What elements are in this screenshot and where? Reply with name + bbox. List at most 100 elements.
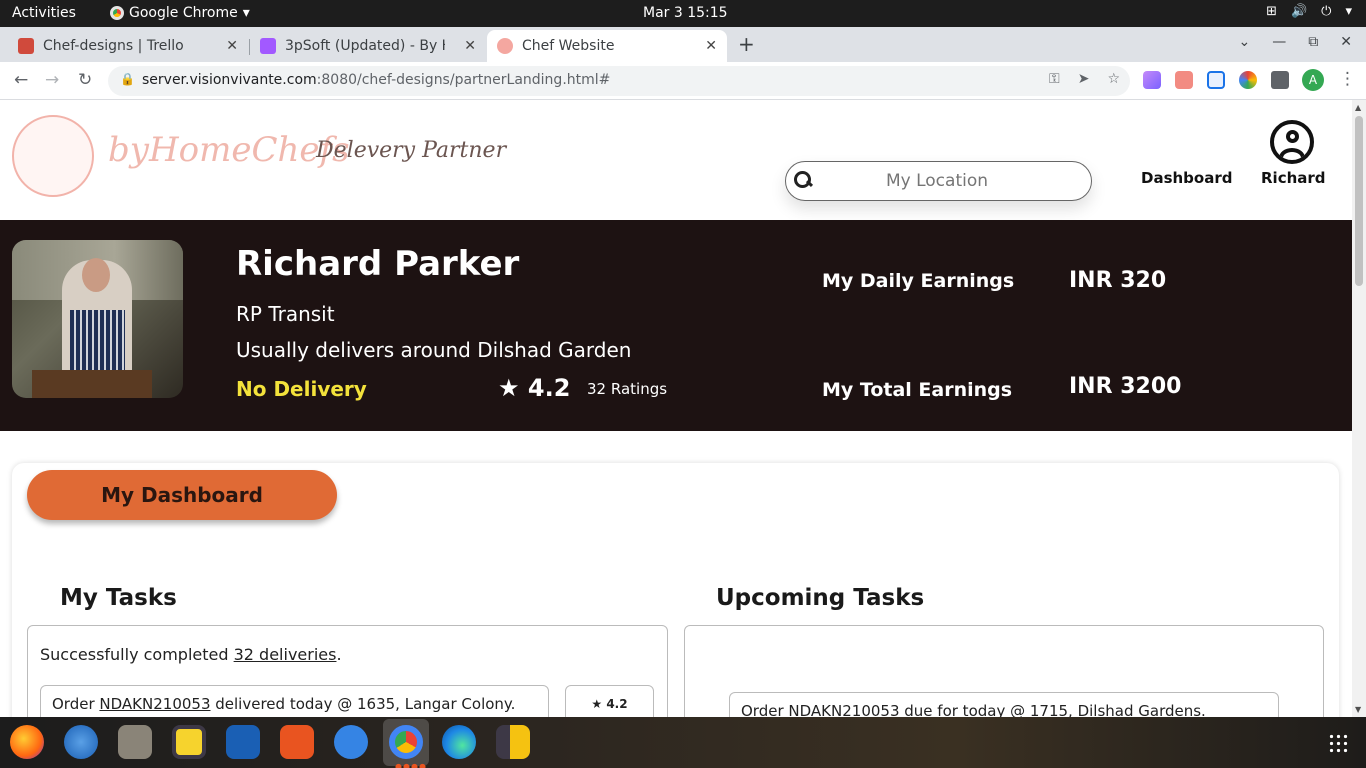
delivery-status: No Delivery — [236, 377, 367, 401]
firefox-icon[interactable] — [10, 725, 44, 759]
url-text[interactable]: server.visionvivante.com:8080/chef-desig… — [142, 72, 610, 88]
system-top-bar: Activities Google Chrome ▾ Mar 3 15:15 ⊞… — [0, 0, 1366, 27]
page-content: byHomeChefs Delevery Partner Dashboard R… — [0, 100, 1352, 717]
software-icon[interactable] — [280, 725, 314, 759]
reload-icon[interactable]: ↻ — [78, 70, 92, 90]
partner-area: Usually delivers around Dilshad Garden — [236, 338, 632, 362]
running-indicator: ●●●● — [395, 762, 427, 768]
caret-down-icon: ▾ — [1345, 4, 1352, 19]
my-tasks-title: My Tasks — [60, 585, 177, 611]
extension-pen-icon[interactable] — [1143, 71, 1161, 89]
power-icon: ⏻ — [1321, 4, 1332, 19]
tab-title: Chef-designs | Trello — [43, 38, 184, 54]
lock-icon[interactable]: 🔒 — [120, 72, 135, 86]
upcoming-tasks-title: Upcoming Tasks — [716, 585, 925, 611]
scrollbar-thumb[interactable] — [1355, 116, 1363, 286]
daily-earnings-label: My Daily Earnings — [822, 270, 1015, 292]
tab-figma[interactable]: 3pSoft (Updated) - By Hom ✕ — [250, 30, 486, 62]
send-icon[interactable]: ➤ — [1078, 71, 1090, 87]
upcoming-order-item[interactable]: Order NDAKN210053 due for today @ 1715, … — [729, 692, 1279, 717]
task-order-item[interactable]: Order NDAKN210053 delivered today @ 1635… — [40, 685, 549, 717]
figma-favicon-icon — [260, 38, 276, 54]
search-icon[interactable] — [794, 170, 812, 190]
address-bar[interactable]: 🔒 server.visionvivante.com:8080/chef-des… — [108, 66, 1130, 96]
rhythmbox-icon[interactable] — [172, 725, 206, 759]
chrome-dock-icon[interactable] — [389, 725, 423, 759]
tab-strip: Chef-designs | Trello ✕ 3pSoft (Updated)… — [0, 27, 1366, 62]
forward-arrow-icon[interactable]: → — [45, 70, 59, 90]
location-input[interactable] — [826, 168, 1048, 194]
task-rating: ★ 4.2 — [565, 685, 654, 717]
url-host: server.visionvivante.com — [142, 72, 317, 88]
completed-prefix: Successfully completed — [40, 645, 234, 664]
new-tab-button[interactable]: + — [738, 32, 755, 56]
location-search[interactable] — [785, 161, 1092, 201]
minimize-icon[interactable]: — — [1272, 34, 1286, 50]
scroll-down-icon[interactable]: ▼ — [1355, 705, 1361, 714]
maximize-icon[interactable]: ⧉ — [1308, 34, 1318, 50]
edge-icon[interactable] — [442, 725, 476, 759]
more-menu-icon[interactable]: ⋮ — [1339, 69, 1356, 89]
page-scrollbar[interactable]: ▲ ▼ — [1352, 100, 1366, 717]
order-prefix: Order — [52, 695, 100, 713]
app-menu[interactable]: Google Chrome ▾ — [110, 5, 250, 21]
extensions-puzzle-icon[interactable] — [1271, 71, 1289, 89]
close-icon[interactable]: ✕ — [464, 38, 476, 54]
thunderbird-icon[interactable] — [64, 725, 98, 759]
my-dashboard-button[interactable]: My Dashboard — [27, 470, 337, 520]
caret-down-icon: ▾ — [242, 5, 250, 21]
extension-arrow-icon[interactable] — [1175, 71, 1193, 89]
tab-title: Chef Website — [522, 38, 615, 54]
daily-earnings-value: INR 320 — [1069, 268, 1167, 293]
writer-icon[interactable] — [226, 725, 260, 759]
close-icon[interactable]: ✕ — [705, 38, 717, 54]
user-account-icon[interactable] — [1270, 120, 1314, 164]
tab-search-icon[interactable]: ⌄ — [1239, 34, 1251, 50]
photo-face — [82, 258, 110, 292]
taskbar-dock — [0, 717, 1366, 768]
brand-name[interactable]: byHomeChefs — [108, 130, 350, 170]
scroll-up-icon[interactable]: ▲ — [1355, 103, 1361, 112]
order-id-link[interactable]: NDAKN210053 — [99, 695, 210, 713]
brand-subtitle: Delevery Partner — [316, 138, 507, 163]
nav-user-link[interactable]: Richard — [1261, 169, 1326, 187]
files-icon[interactable] — [118, 725, 152, 759]
nav-dashboard-link[interactable]: Dashboard — [1141, 169, 1232, 187]
profile-banner: Richard Parker RP Transit Usually delive… — [0, 220, 1352, 431]
clock[interactable]: Mar 3 15:15 — [643, 5, 728, 21]
extension-color-icon[interactable] — [1239, 71, 1257, 89]
url-path: :8080/chef-designs/partnerLanding.html# — [316, 72, 611, 88]
notes-icon[interactable] — [496, 725, 530, 759]
tab-title: 3pSoft (Updated) - By Hom — [285, 38, 445, 54]
chef-favicon-icon — [497, 38, 513, 54]
volume-icon: 🔊 — [1290, 4, 1308, 19]
activities-button[interactable]: Activities — [12, 5, 76, 21]
close-window-icon[interactable]: ✕ — [1340, 34, 1352, 50]
order-details: due for today @ 1715, Dilshad Gardens. — [899, 702, 1206, 717]
user-icon-body — [1279, 148, 1305, 160]
system-tray[interactable]: ⊞ 🔊 ⏻ ▾ — [1266, 4, 1352, 19]
order-prefix: Order — [741, 702, 789, 717]
tab-trello[interactable]: Chef-designs | Trello ✕ — [8, 30, 248, 62]
back-arrow-icon[interactable]: ← — [14, 70, 28, 90]
rating-count[interactable]: 32 Ratings — [587, 380, 667, 398]
tab-chef-website[interactable]: Chef Website ✕ — [487, 30, 727, 62]
total-earnings-label: My Total Earnings — [822, 379, 1013, 401]
show-applications-icon[interactable] — [1328, 733, 1348, 753]
app-name-label: Google Chrome — [129, 5, 238, 21]
help-icon[interactable] — [334, 725, 368, 759]
omnibox-actions: ⚿ ➤ ☆ — [1049, 71, 1120, 87]
partner-photo — [12, 240, 183, 398]
brand-logo-icon[interactable] — [12, 115, 94, 197]
profile-avatar[interactable]: A — [1302, 69, 1324, 91]
extension-n-icon[interactable] — [1207, 71, 1225, 89]
close-icon[interactable]: ✕ — [226, 38, 238, 54]
deliveries-link[interactable]: 32 deliveries — [234, 645, 337, 664]
key-icon[interactable]: ⚿ — [1049, 71, 1060, 87]
bookmark-star-icon[interactable]: ☆ — [1107, 71, 1120, 87]
window-controls: ⌄ — ⧉ ✕ — [1239, 34, 1352, 50]
order-id-link[interactable]: NDAKN210053 — [788, 702, 899, 717]
total-earnings-value: INR 3200 — [1069, 374, 1182, 399]
partner-company: RP Transit — [236, 302, 335, 326]
user-icon-head — [1286, 130, 1299, 143]
